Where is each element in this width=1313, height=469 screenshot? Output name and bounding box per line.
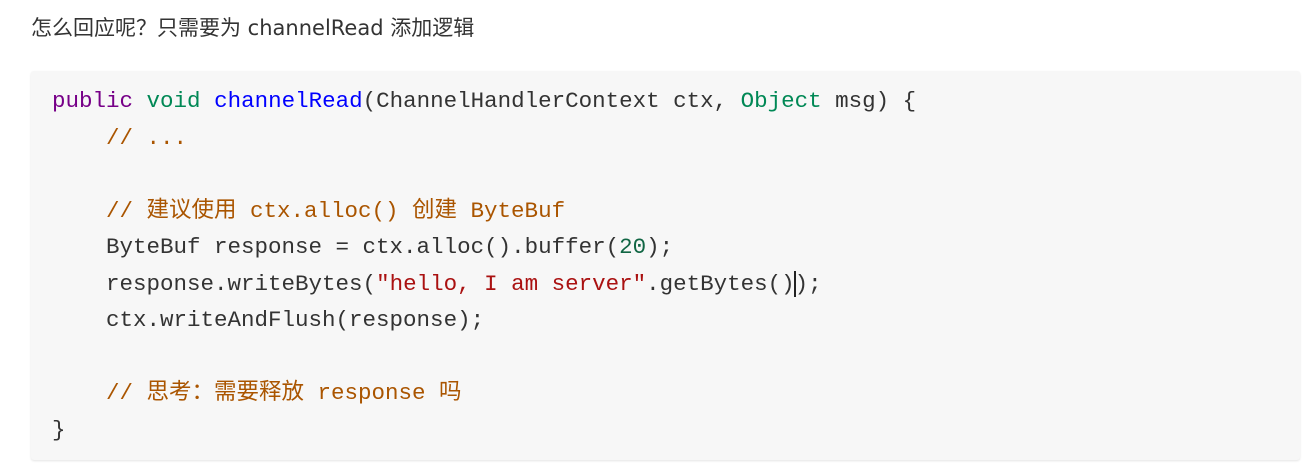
code-token-keyword: public [52,88,134,114]
code-token: (ChannelHandlerContext ctx, [362,88,741,114]
code-line: } [52,412,66,448]
code-token-def: channelRead [214,88,363,114]
code-line: ctx.writeAndFlush(response); [52,302,484,338]
code-token-number: 20 [619,234,647,260]
code-token: msg) { [821,88,917,114]
code-token: ); [794,270,822,297]
code-token-comment: // ... [106,124,188,151]
code-line: // ... [52,120,187,156]
code-block[interactable]: public void channelRead(ChannelHandlerCo… [31,71,1300,460]
code-token: .getBytes() [646,270,795,297]
code-token: ByteBuf response = ctx.alloc().buffer( [52,234,620,260]
code-line: response.writeBytes("hello, I am server"… [52,266,822,302]
code-token: } [52,416,66,443]
code-token-type: void [146,88,201,114]
code-line: // 思考：需要释放 response 吗 [52,375,462,411]
code-token: ctx.writeAndFlush(response); [52,307,485,333]
code-token: response.writeBytes( [52,270,377,297]
code-line: ByteBuf response = ctx.alloc().buffer(20… [52,229,673,265]
code-token-string: "hello, I am server" [376,270,647,297]
code-token-comment: // 建议使用 ctx.alloc() 创建 ByteBuf [106,197,566,224]
code-token-type: Object [740,88,822,114]
code-token-comment: // 思考：需要释放 response 吗 [106,380,462,406]
section-heading: 怎么回应呢？只需要为 channelRead 添加逻辑 [31,16,475,40]
code-line: // 建议使用 ctx.alloc() 创建 ByteBuf [52,193,565,229]
code-line: public void channelRead(ChannelHandlerCo… [52,83,916,119]
code-token: ); [646,234,674,260]
